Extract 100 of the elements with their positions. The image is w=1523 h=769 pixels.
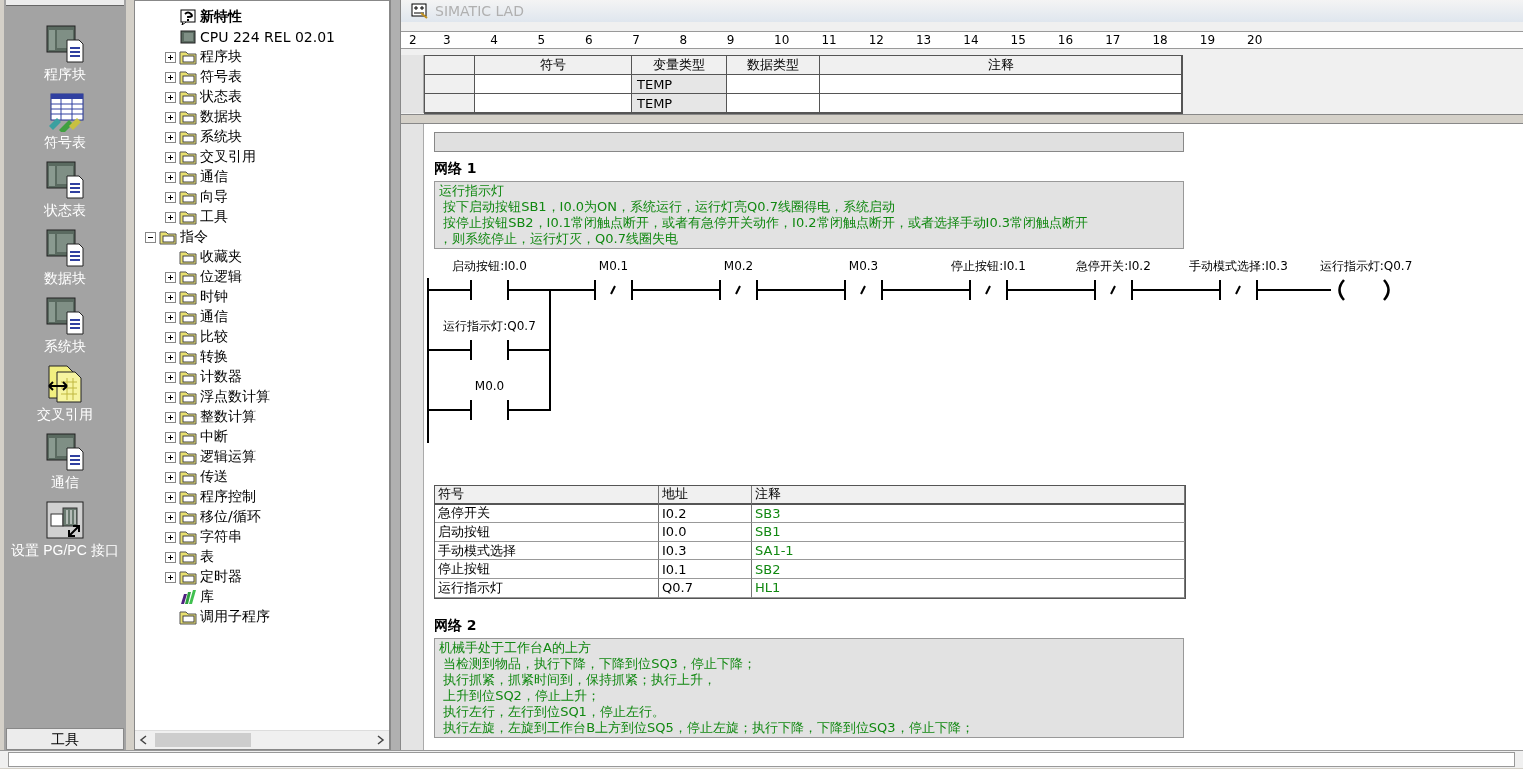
ruler-number: 3 [443, 33, 452, 47]
plc-document-icon [45, 228, 85, 268]
table-cell[interactable]: TEMP [632, 94, 727, 113]
normally-open-contact[interactable] [470, 279, 509, 301]
expand-icon[interactable] [165, 91, 176, 103]
operand-label: M0.2 [723, 259, 754, 273]
tree-item[interactable]: 定时器 [200, 568, 242, 586]
folder-icon [159, 229, 177, 245]
normally-closed-contact[interactable] [1219, 279, 1258, 301]
tree-item[interactable]: 时钟 [200, 288, 228, 306]
tree-item[interactable]: 数据块 [200, 108, 242, 126]
expand-icon[interactable] [165, 391, 176, 403]
tree-item[interactable]: 转换 [200, 348, 228, 366]
ruler-number: 17 [1105, 33, 1122, 47]
comment-box[interactable]: 机械手处于工作台A的上方 当检测到物品，执行下降，下降到位SQ3，停止下降； 执行抓紧，抓紧时间到，保持抓紧；执行上升， 上升到位SQ2，停止上升； 执行左行，左行到位SQ1，停止左行。 执行左旋，左旋到工作台B上方到位SQ5，停止左旋；执行下降，下降到位SQ3，停止下降； [434, 637, 1184, 738]
tree-item[interactable]: 向导 [200, 188, 228, 206]
tree-item[interactable]: 新特性 [200, 8, 242, 26]
table-cell[interactable] [820, 75, 1182, 94]
expand-icon[interactable] [165, 351, 176, 363]
normally-open-contact[interactable] [470, 399, 509, 421]
expand-icon[interactable] [165, 171, 176, 183]
table-cell[interactable] [727, 75, 820, 94]
table-cell[interactable]: TEMP [632, 75, 727, 94]
table-cell: 急停开关 [435, 504, 659, 524]
expand-icon[interactable] [165, 291, 176, 303]
expand-icon[interactable] [165, 511, 176, 523]
tree-item[interactable]: 状态表 [200, 88, 242, 106]
horizontal-scrollbar[interactable] [135, 730, 389, 749]
expand-icon[interactable] [165, 111, 176, 123]
tree-item[interactable]: 交叉引用 [200, 148, 256, 166]
tree-item[interactable]: 浮点数计算 [200, 388, 270, 406]
expand-icon[interactable] [165, 311, 176, 323]
tools-button[interactable]: 工具 [6, 728, 124, 750]
tree-item[interactable]: 字符串 [200, 528, 242, 546]
expand-icon[interactable] [165, 431, 176, 443]
normally-closed-contact[interactable] [594, 279, 633, 301]
collapse-icon[interactable] [145, 231, 156, 243]
column-header: 地址 [659, 486, 752, 505]
expand-icon[interactable] [165, 331, 176, 343]
tree-item[interactable]: 比较 [200, 328, 228, 346]
tree-item[interactable]: 指令 [180, 228, 208, 246]
expand-icon[interactable] [165, 191, 176, 203]
normally-closed-contact[interactable] [844, 279, 883, 301]
folder-icon [179, 429, 197, 445]
tree-item[interactable]: 逻辑运算 [200, 448, 256, 466]
table-cell: I0.2 [659, 504, 752, 524]
normally-open-contact[interactable] [470, 339, 509, 361]
ruler-number: 15 [1010, 33, 1027, 47]
normally-closed-contact[interactable] [1094, 279, 1133, 301]
table-cell[interactable] [820, 94, 1182, 113]
expand-icon[interactable] [165, 51, 176, 63]
tree-item[interactable]: 位逻辑 [200, 268, 242, 286]
comment-box[interactable]: 运行指示灯 按下启动按钮SB1，I0.0为ON，系统运行，运行灯亮Q0.7线圈得电，系统启动 按停止按钮SB2，I0.1常闭触点断开，或者有急停开关动作，I0.2常闭触点断开，或者选择手动I0.3常闭触点断开 ，则系统停止，运行灯灭，Q0.7线圈失电 [434, 181, 1184, 249]
expand-icon[interactable] [165, 151, 176, 163]
tree-item[interactable]: CPU 224 REL 02.01 [200, 29, 335, 45]
expand-icon[interactable] [165, 471, 176, 483]
tree-item[interactable]: 传送 [200, 468, 228, 486]
tree-item[interactable]: 库 [200, 588, 214, 606]
tree-item[interactable]: 调用子程序 [200, 608, 270, 626]
tree-item[interactable]: 通信 [200, 308, 228, 326]
expand-icon[interactable] [165, 531, 176, 543]
expand-icon[interactable] [165, 271, 176, 283]
tree-item[interactable]: 收藏夹 [200, 248, 242, 266]
tree-item[interactable]: 程序块 [200, 48, 242, 66]
tree-item[interactable]: 整数计算 [200, 408, 256, 426]
expand-icon[interactable] [165, 371, 176, 383]
table-cell: 手动模式选择 [435, 541, 659, 561]
output-coil[interactable] [1338, 278, 1390, 302]
expand-icon[interactable] [165, 571, 176, 583]
interface-icon [45, 500, 85, 540]
normally-closed-contact[interactable] [969, 279, 1008, 301]
speech-bubble-icon [179, 9, 197, 25]
program-title-bar[interactable] [434, 132, 1184, 152]
tree-item[interactable]: 移位/循环 [200, 508, 261, 526]
folder-icon [179, 149, 197, 165]
expand-icon[interactable] [165, 131, 176, 143]
tree-item[interactable]: 系统块 [200, 128, 242, 146]
row-header[interactable] [425, 94, 475, 113]
table-cell[interactable] [727, 94, 820, 113]
ruler-number: 8 [679, 33, 689, 47]
expand-icon[interactable] [165, 211, 176, 223]
comment-line: 执行抓紧，抓紧时间到，保持抓紧；执行上升， [442, 671, 718, 688]
normally-closed-contact[interactable] [719, 279, 758, 301]
tree-item[interactable]: 中断 [200, 428, 228, 446]
expand-icon[interactable] [165, 71, 176, 83]
tree-item[interactable]: 通信 [200, 168, 228, 186]
folder-icon [179, 609, 197, 625]
tree-item[interactable]: 符号表 [200, 68, 242, 86]
tree-item[interactable]: 表 [200, 548, 214, 566]
expand-icon[interactable] [165, 411, 176, 423]
expand-icon[interactable] [165, 551, 176, 563]
tree-item[interactable]: 程序控制 [200, 488, 256, 506]
folder-icon [179, 369, 197, 385]
tree-item[interactable]: 工具 [200, 208, 228, 226]
expand-icon[interactable] [165, 491, 176, 503]
row-header[interactable] [425, 75, 475, 94]
expand-icon[interactable] [165, 451, 176, 463]
panel-header[interactable] [6, 0, 124, 6]
tree-item[interactable]: 计数器 [200, 368, 242, 386]
table-cell[interactable] [475, 94, 632, 113]
